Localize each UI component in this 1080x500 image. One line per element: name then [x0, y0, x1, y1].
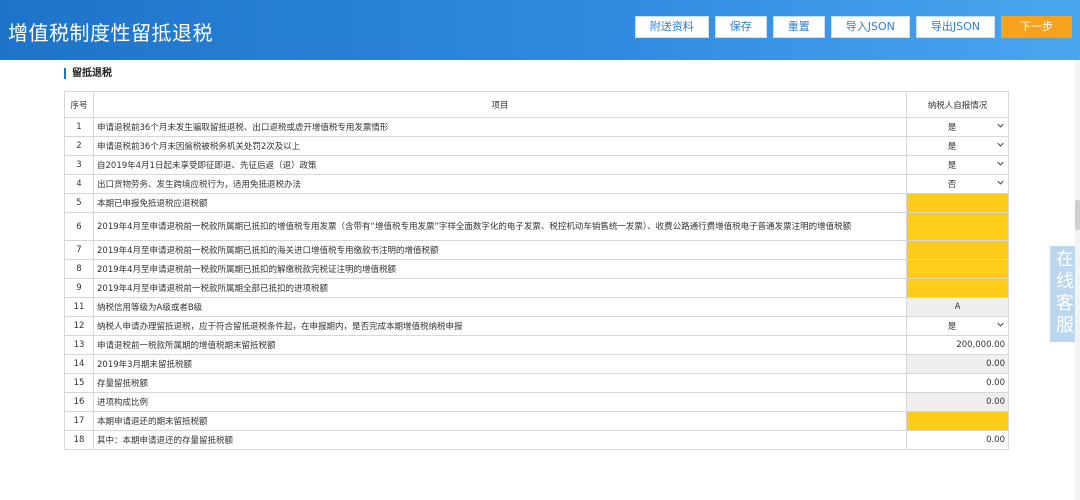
amount-input[interactable]: 200,000.00 [906, 335, 1009, 355]
required-input[interactable] [906, 278, 1009, 298]
row-number: 11 [64, 297, 94, 317]
table-row: 13 申请退税前一税款所属期的增值税期末留抵税额 200,000.00 [64, 335, 1009, 355]
row-item-label: 本期申请退还的期末留抵税额 [93, 411, 907, 431]
row-number: 7 [64, 240, 94, 260]
value-select[interactable]: 是 [906, 155, 1009, 175]
chevron-down-icon [997, 322, 1004, 327]
row-item-label: 纳税人申请办理留抵退税，应于符合留抵退税条件起，在申报期内，是否完成本期增值税纳… [93, 316, 907, 336]
row-number: 1 [64, 117, 94, 137]
refund-table: 序号 项目 纳税人自报情况 1 申请退税前36个月未发生骗取留抵退税、出口退税或虚… [64, 91, 1009, 450]
required-input[interactable] [906, 411, 1009, 431]
next-step-button[interactable]: 下一步 [1001, 16, 1072, 38]
row-number: 4 [64, 174, 94, 194]
readonly-value: 0.00 [906, 392, 1009, 412]
app-header: 增值税制度性留抵退税 附送资料 保存 重置 导入JSON 导出JSON 下一步 [0, 0, 1080, 60]
required-input[interactable] [906, 259, 1009, 279]
import-json-button[interactable]: 导入JSON [830, 16, 910, 38]
value-select[interactable]: 是 [906, 316, 1009, 336]
row-number: 6 [64, 212, 94, 241]
table-row: 5 本期已申报免抵退税应退税额 [64, 193, 1009, 213]
page-title: 增值税制度性留抵退税 [8, 21, 213, 45]
row-item-label: 其中：本期申请退还的存量留抵税额 [93, 430, 907, 450]
section-title: 留抵退税 [64, 68, 112, 79]
row-item-label: 进项构成比例 [93, 392, 907, 412]
row-number: 12 [64, 316, 94, 336]
export-json-button[interactable]: 导出JSON [915, 16, 995, 38]
row-number: 15 [64, 373, 94, 393]
chevron-down-icon [997, 161, 1004, 166]
row-number: 3 [64, 155, 94, 175]
row-item-label: 2019年4月至申请退税前一税款所属期已抵扣的增值税专用发票（含带有“增值税专用… [93, 212, 907, 241]
chevron-down-icon [997, 142, 1004, 147]
required-input[interactable] [906, 212, 1009, 241]
required-input[interactable] [906, 240, 1009, 260]
table-row: 7 2019年4月至申请退税前一税款所属期已抵扣的海关进口增值税专用缴款书注明的增… [64, 240, 1009, 260]
table-row: 15 存量留抵税额 0.00 [64, 373, 1009, 393]
table-row: 6 2019年4月至申请退税前一税款所属期已抵扣的增值税专用发票（含带有“增值税专… [64, 212, 1009, 241]
value-select[interactable]: 否 [906, 174, 1009, 194]
scrollbar-thumb[interactable] [1075, 200, 1080, 230]
amount-input[interactable]: 0.00 [906, 373, 1009, 393]
table-row: 16 进项构成比例 0.00 [64, 392, 1009, 412]
row-item-label: 自2019年4月1日起未享受即征即退、先征后返（退）政策 [93, 155, 907, 175]
value-select[interactable]: 是 [906, 136, 1009, 156]
row-item-label: 2019年3月期末留抵税额 [93, 354, 907, 374]
table-row: 17 本期申请退还的期末留抵税额 [64, 411, 1009, 431]
row-item-label: 申请退税前一税款所属期的增值税期末留抵税额 [93, 335, 907, 355]
chevron-down-icon [997, 180, 1004, 185]
page-scrollbar[interactable] [1075, 60, 1080, 500]
row-number: 8 [64, 259, 94, 279]
attachments-button[interactable]: 附送资料 [634, 16, 709, 38]
header-no: 序号 [64, 91, 94, 118]
row-number: 17 [64, 411, 94, 431]
row-item-label: 申请退税前36个月未发生骗取留抵退税、出口退税或虚开增值税专用发票情形 [93, 117, 907, 137]
table-row: 3 自2019年4月1日起未享受即征即退、先征后返（退）政策是 [64, 155, 1009, 175]
amount-input[interactable]: 0.00 [906, 430, 1009, 450]
table-row: 8 2019年4月至申请退税前一税款所属期已抵扣的解缴税款完税证注明的增值税额 [64, 259, 1009, 279]
required-input[interactable] [906, 193, 1009, 213]
table-row: 12 纳税人申请办理留抵退税，应于符合留抵退税条件起，在申报期内，是否完成本期增值… [64, 316, 1009, 336]
chevron-down-icon [997, 123, 1004, 128]
row-number: 5 [64, 193, 94, 213]
row-number: 16 [64, 392, 94, 412]
row-number: 9 [64, 278, 94, 298]
toolbar: 附送资料 保存 重置 导入JSON 导出JSON 下一步 [634, 16, 1072, 38]
row-item-label: 2019年4月至申请退税前一税款所属期已抵扣的解缴税款完税证注明的增值税额 [93, 259, 907, 279]
row-item-label: 2019年4月至申请退税前一税款所属期已抵扣的海关进口增值税专用缴款书注明的增值… [93, 240, 907, 260]
row-number: 18 [64, 430, 94, 450]
reset-button[interactable]: 重置 [772, 16, 825, 38]
table-header-row: 序号 项目 纳税人自报情况 [64, 91, 1009, 118]
row-item-label: 存量留抵税额 [93, 373, 907, 393]
header-item: 项目 [93, 91, 907, 118]
row-item-label: 2019年4月至申请退税前一税款所属期全部已抵扣的进项税额 [93, 278, 907, 298]
row-item-label: 本期已申报免抵退税应退税额 [93, 193, 907, 213]
table-body: 1 申请退税前36个月未发生骗取留抵退税、出口退税或虚开增值税专用发票情形是 2 申请… [64, 117, 1009, 450]
row-number: 14 [64, 354, 94, 374]
table-row: 1 申请退税前36个月未发生骗取留抵退税、出口退税或虚开增值税专用发票情形是 [64, 117, 1009, 137]
row-number: 2 [64, 136, 94, 156]
readonly-value: 0.00 [906, 354, 1009, 374]
table-row: 11 纳税信用等级为A级或者B级 A [64, 297, 1009, 317]
row-item-label: 纳税信用等级为A级或者B级 [93, 297, 907, 317]
table-row: 18 其中：本期申请退还的存量留抵税额 0.00 [64, 430, 1009, 450]
row-number: 13 [64, 335, 94, 355]
table-row: 4 出口货物劳务、发生跨境应税行为，适用免抵退税办法否 [64, 174, 1009, 194]
table-row: 9 2019年4月至申请退税前一税款所属期全部已抵扣的进项税额 [64, 278, 1009, 298]
value-select[interactable]: 是 [906, 117, 1009, 137]
table-row: 14 2019年3月期末留抵税额 0.00 [64, 354, 1009, 374]
credit-rating-value: A [906, 297, 1009, 317]
table-row: 2 申请退税前36个月未因偷税被税务机关处罚2次及以上是 [64, 136, 1009, 156]
row-item-label: 申请退税前36个月未因偷税被税务机关处罚2次及以上 [93, 136, 907, 156]
row-item-label: 出口货物劳务、发生跨境应税行为，适用免抵退税办法 [93, 174, 907, 194]
save-button[interactable]: 保存 [714, 16, 767, 38]
header-value: 纳税人自报情况 [906, 91, 1009, 118]
